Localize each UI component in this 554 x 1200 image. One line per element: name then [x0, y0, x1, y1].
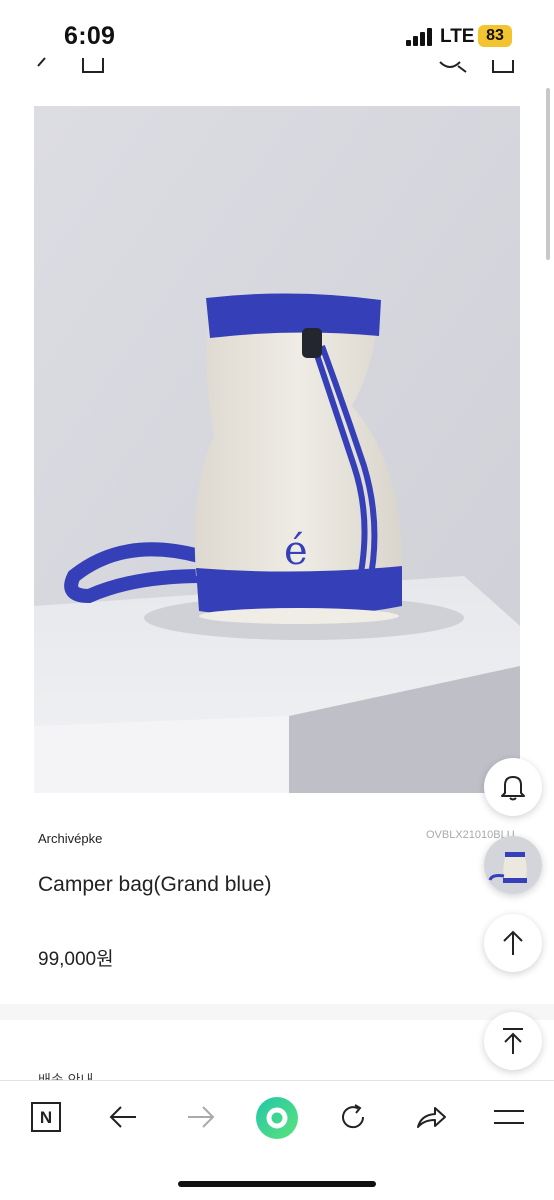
- scroll-up-button[interactable]: [484, 914, 542, 972]
- notification-button[interactable]: [484, 758, 542, 816]
- product-thumbnail[interactable]: [484, 836, 542, 894]
- reload-button[interactable]: [334, 1099, 372, 1135]
- n-icon: N: [31, 1102, 61, 1132]
- forward-button[interactable]: [182, 1099, 220, 1135]
- home-indicator: [178, 1181, 376, 1187]
- scrollbar[interactable]: [546, 88, 550, 260]
- n-button[interactable]: N: [28, 1099, 64, 1135]
- browser-toolbar: N: [0, 1080, 554, 1200]
- home-icon[interactable]: [80, 54, 106, 74]
- product-title: Camper bag(Grand blue): [38, 873, 272, 896]
- arrow-up-icon: [503, 930, 523, 955]
- battery-icon: 83: [478, 25, 512, 47]
- bag-logo: é: [284, 528, 308, 574]
- svg-text:N: N: [40, 1108, 52, 1127]
- product-image[interactable]: é: [34, 106, 520, 793]
- share-button[interactable]: [412, 1099, 450, 1135]
- forward-arrow-icon: [188, 1106, 215, 1128]
- green-home-icon: [256, 1097, 298, 1139]
- network-label: LTE: [440, 26, 475, 47]
- signal-icon: [406, 28, 434, 46]
- scroll-top-button[interactable]: [484, 1012, 542, 1070]
- back-button[interactable]: [104, 1099, 142, 1135]
- thumbnail-image: [484, 836, 542, 894]
- status-time: 6:09: [64, 22, 116, 50]
- share-icon: [417, 1107, 446, 1128]
- section-divider: [0, 1004, 554, 1020]
- brand-name[interactable]: Archivépke: [38, 831, 102, 846]
- search-icon[interactable]: [436, 54, 468, 74]
- back-icon[interactable]: [34, 54, 48, 74]
- menu-icon: [494, 1110, 524, 1124]
- back-arrow-icon: [109, 1106, 136, 1128]
- green-home-button[interactable]: [254, 1095, 300, 1141]
- reload-icon: [342, 1104, 365, 1129]
- cart-icon[interactable]: [490, 54, 516, 74]
- scroll-top-icon: [503, 1028, 523, 1054]
- menu-button[interactable]: [490, 1099, 528, 1135]
- bell-icon: [501, 776, 525, 801]
- product-price: 99,000원: [38, 949, 114, 970]
- section-heading: 배송 안내: [38, 1072, 94, 1080]
